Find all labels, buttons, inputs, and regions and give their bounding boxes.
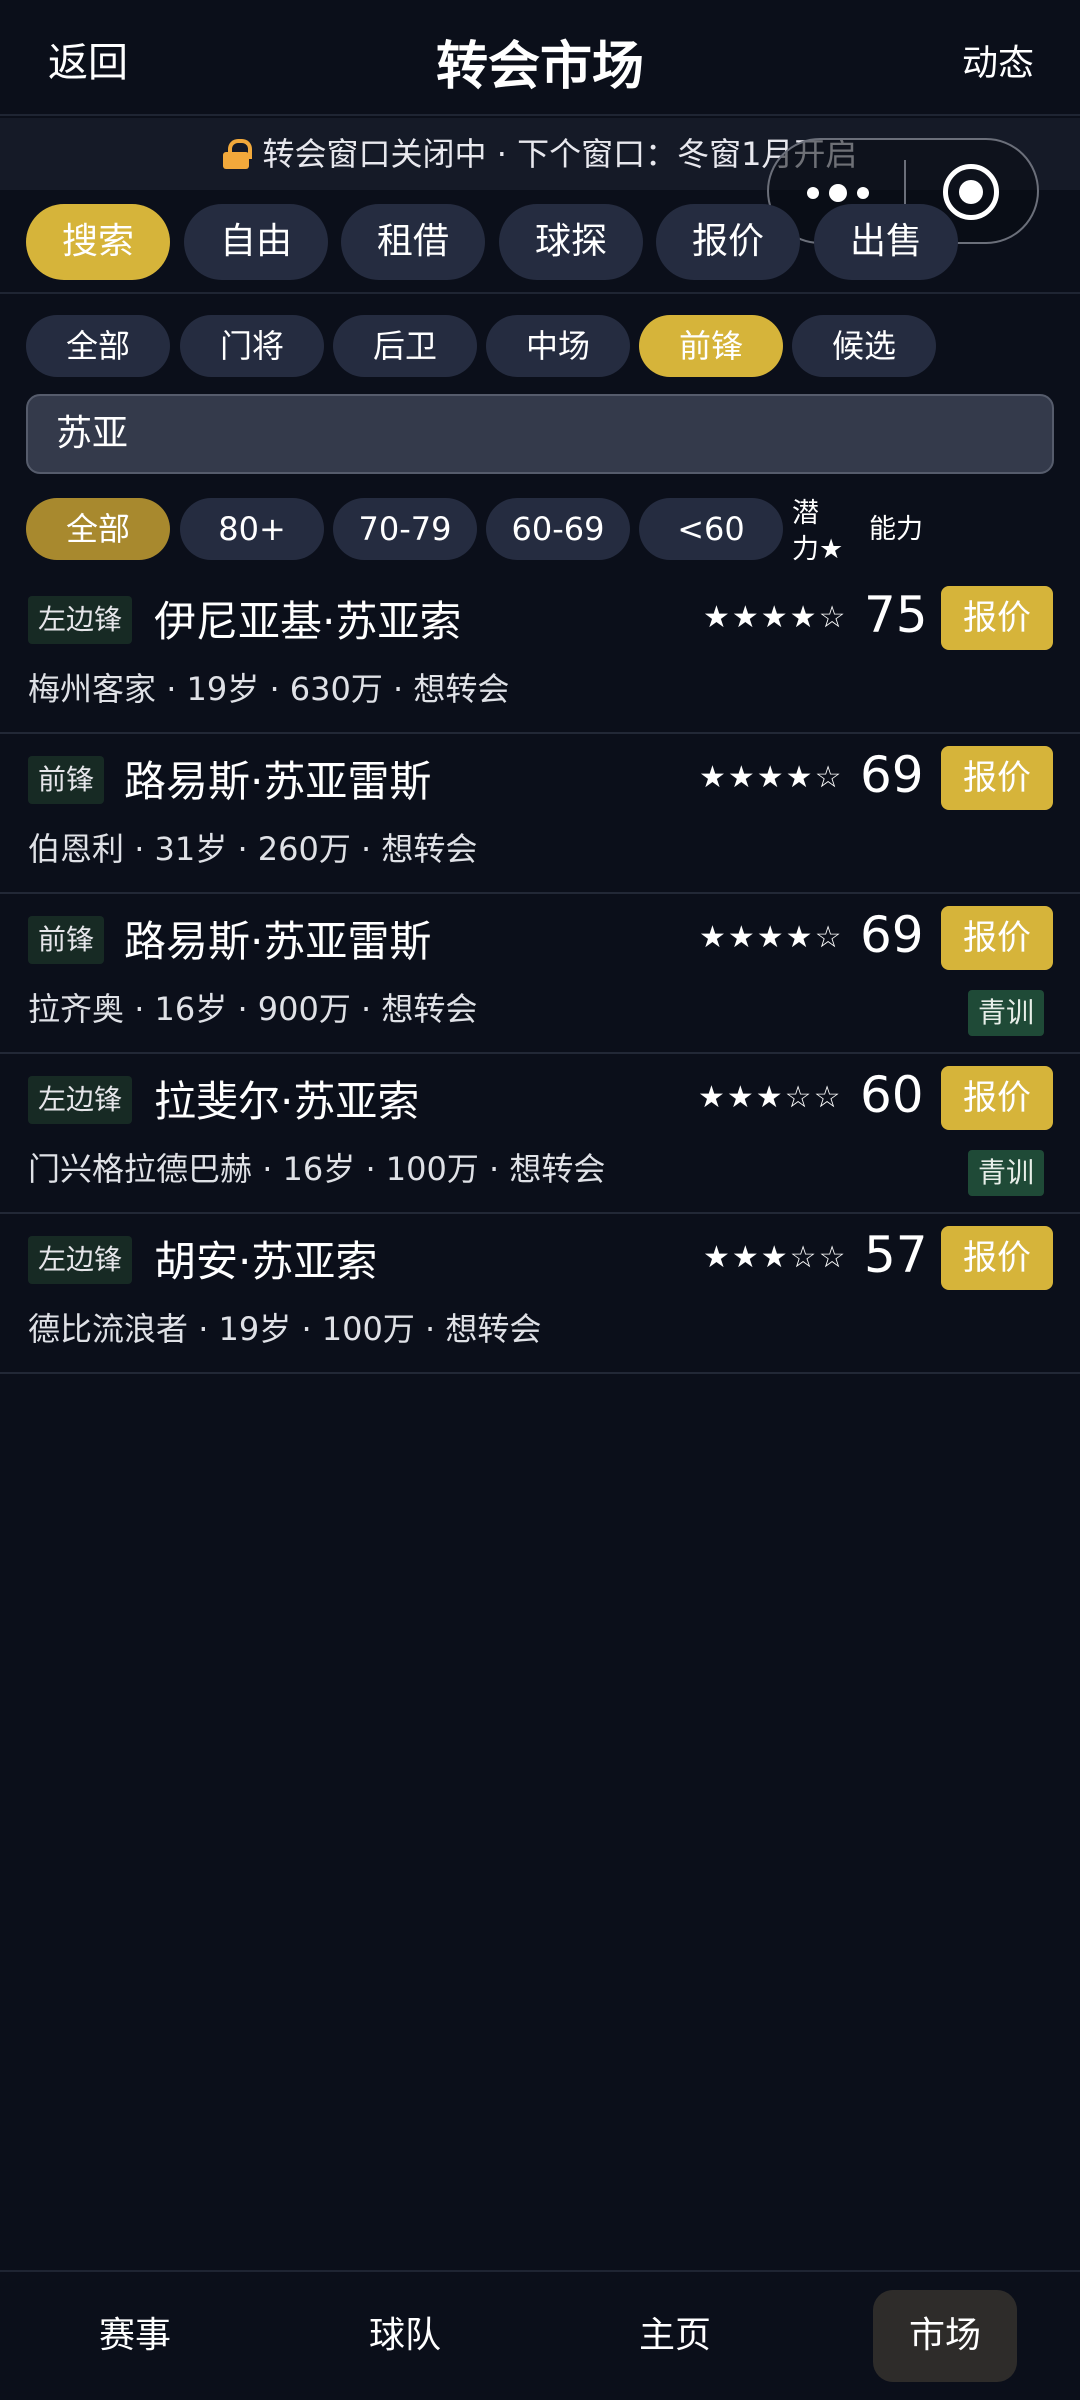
tab-scout[interactable]: 球探 — [499, 204, 643, 280]
player-status: 想转会 — [413, 670, 510, 708]
player-row[interactable]: 前锋 路易斯·苏亚雷斯 ★★★★☆ 69 报价 伯恩利 · 31岁 · 260万… — [0, 734, 1080, 894]
player-name: 伊尼亚基·苏亚索 — [154, 597, 462, 646]
position-filter-shortlist[interactable]: 候选 — [792, 315, 936, 377]
star-rating: ★★★☆☆ — [698, 1080, 843, 1115]
player-list: 左边锋 伊尼亚基·苏亚索 ★★★★☆ 75 报价 梅州客家 · 19岁 · 63… — [0, 574, 1080, 1374]
offer-button[interactable]: 报价 — [941, 1226, 1053, 1290]
player-value: 100万 — [321, 1310, 415, 1348]
search-input[interactable]: 苏亚 — [26, 394, 1054, 474]
rating-filter-all[interactable]: 全部 — [26, 498, 170, 560]
star-rating: ★★★★☆ — [703, 600, 848, 635]
player-value: 900万 — [257, 990, 351, 1028]
player-rating: 60 — [860, 1066, 924, 1124]
tab-sell[interactable]: 出售 — [814, 204, 958, 280]
player-club: 伯恩利 — [28, 830, 125, 868]
player-value: 260万 — [257, 830, 351, 868]
youth-academy-badge: 青训 — [968, 1150, 1044, 1196]
player-name: 拉斐尔·苏亚索 — [154, 1077, 420, 1126]
player-name: 胡安·苏亚索 — [154, 1237, 378, 1286]
player-meta: 梅州客家 · 19岁 · 630万 · 想转会 — [28, 670, 510, 708]
rating-filter-80plus[interactable]: 80+ — [180, 498, 324, 560]
sort-potential-line1: 潜 — [792, 498, 819, 529]
player-meta: 门兴格拉德巴赫 · 16岁 · 100万 · 想转会 — [28, 1150, 606, 1188]
notice-text: 转会窗口关闭中 · 下个窗口：冬窗1月开启 — [262, 135, 858, 173]
tab-search[interactable]: 搜索 — [26, 204, 170, 280]
player-rating: 69 — [860, 906, 924, 964]
feed-button[interactable]: 动态 — [962, 34, 1034, 86]
rating-filter-60-69[interactable]: 60-69 — [486, 498, 630, 560]
main-tabs: 搜索 自由 租借 球探 报价 出售 — [0, 202, 1080, 294]
player-status: 想转会 — [381, 990, 478, 1028]
star-rating: ★★★☆☆ — [703, 1240, 848, 1275]
player-age: 31岁 — [154, 830, 228, 868]
player-age: 19岁 — [218, 1310, 292, 1348]
sort-potential[interactable]: 潜 力★ — [792, 496, 843, 568]
player-meta: 伯恩利 · 31岁 · 260万 · 想转会 — [28, 830, 478, 868]
player-row[interactable]: 左边锋 伊尼亚基·苏亚索 ★★★★☆ 75 报价 梅州客家 · 19岁 · 63… — [0, 574, 1080, 734]
player-status: 想转会 — [445, 1310, 542, 1348]
player-row[interactable]: 左边锋 拉斐尔·苏亚索 ★★★☆☆ 60 报价 门兴格拉德巴赫 · 16岁 · … — [0, 1054, 1080, 1214]
position-badge: 前锋 — [28, 756, 105, 804]
player-club: 拉齐奥 — [28, 990, 125, 1028]
more-icon[interactable] — [807, 184, 907, 202]
position-badge: 前锋 — [28, 916, 105, 964]
player-value: 100万 — [385, 1150, 479, 1188]
star-rating: ★★★★☆ — [699, 760, 844, 795]
position-badge: 左边锋 — [28, 1236, 133, 1284]
player-age: 19岁 — [186, 670, 260, 708]
offer-button[interactable]: 报价 — [941, 1066, 1053, 1130]
nav-market[interactable]: 市场 — [873, 2290, 1017, 2382]
tab-free[interactable]: 自由 — [184, 204, 328, 280]
player-club: 梅州客家 — [28, 670, 157, 708]
player-meta: 德比流浪者 · 19岁 · 100万 · 想转会 — [28, 1310, 542, 1348]
rating-filter-below-60[interactable]: <60 — [639, 498, 783, 560]
position-filter-defender[interactable]: 后卫 — [333, 315, 477, 377]
tab-offers[interactable]: 报价 — [656, 204, 800, 280]
player-rating: 57 — [864, 1226, 928, 1284]
nav-team[interactable]: 球队 — [333, 2290, 477, 2382]
position-badge: 左边锋 — [28, 596, 133, 644]
app-header: 返回 转会市场 动态 — [0, 0, 1080, 116]
page-title: 转会市场 — [435, 37, 644, 97]
player-name: 路易斯·苏亚雷斯 — [124, 757, 432, 806]
position-filter-row: 全部 门将 后卫 中场 前锋 候选 — [0, 315, 1080, 379]
nav-home[interactable]: 主页 — [603, 2290, 747, 2382]
player-status: 想转会 — [381, 830, 478, 868]
position-filter-forward[interactable]: 前锋 — [639, 315, 783, 377]
player-meta: 拉齐奥 · 16岁 · 900万 · 想转会 — [28, 990, 478, 1028]
player-value: 630万 — [289, 670, 383, 708]
rating-filter-70-79[interactable]: 70-79 — [333, 498, 477, 560]
offer-button[interactable]: 报价 — [941, 746, 1053, 810]
offer-button[interactable]: 报价 — [941, 906, 1053, 970]
tab-loan[interactable]: 租借 — [341, 204, 485, 280]
player-name: 路易斯·苏亚雷斯 — [124, 917, 432, 966]
player-status: 想转会 — [509, 1150, 606, 1188]
position-badge: 左边锋 — [28, 1076, 133, 1124]
position-filter-all[interactable]: 全部 — [26, 315, 170, 377]
player-row[interactable]: 左边锋 胡安·苏亚索 ★★★☆☆ 57 报价 德比流浪者 · 19岁 · 100… — [0, 1214, 1080, 1374]
player-club: 门兴格拉德巴赫 — [28, 1150, 253, 1188]
position-filter-goalkeeper[interactable]: 门将 — [180, 315, 324, 377]
position-filter-midfielder[interactable]: 中场 — [486, 315, 630, 377]
player-row[interactable]: 前锋 路易斯·苏亚雷斯 ★★★★☆ 69 报价 拉齐奥 · 16岁 · 900万… — [0, 894, 1080, 1054]
sort-ability[interactable]: 能力 — [869, 512, 923, 548]
sort-potential-line2: 力★ — [792, 534, 844, 565]
star-rating: ★★★★☆ — [699, 920, 844, 955]
player-club: 德比流浪者 — [28, 1310, 189, 1348]
youth-academy-badge: 青训 — [968, 990, 1044, 1036]
bottom-nav: 赛事 球队 主页 市场 — [0, 2270, 1080, 2400]
lock-icon — [222, 139, 252, 169]
player-age: 16岁 — [282, 1150, 356, 1188]
offer-button[interactable]: 报价 — [941, 586, 1053, 650]
player-rating: 69 — [860, 746, 924, 804]
rating-filter-row: 全部 80+ 70-79 60-69 <60 潜 力★ 能力 — [0, 496, 1080, 565]
player-rating: 75 — [864, 586, 928, 644]
nav-matches[interactable]: 赛事 — [63, 2290, 207, 2382]
player-age: 16岁 — [154, 990, 228, 1028]
